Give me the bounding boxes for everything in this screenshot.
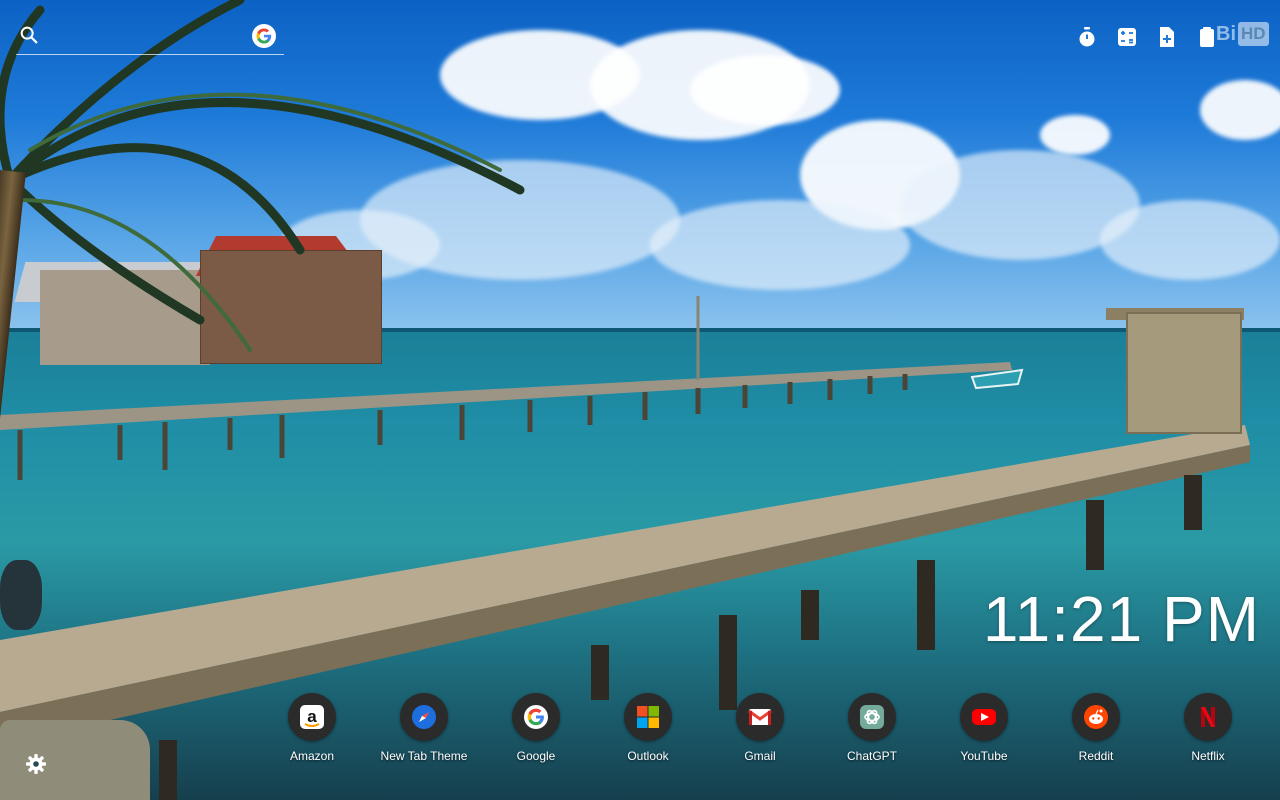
clock: 11:21 PM <box>982 583 1260 655</box>
netflix-icon <box>1184 693 1232 741</box>
shortcut-label: Reddit <box>1078 749 1114 763</box>
shed <box>1126 312 1242 434</box>
compass-icon <box>400 693 448 741</box>
google-icon <box>512 693 560 741</box>
shortcut-chatgpt[interactable]: ChatGPT <box>816 693 928 763</box>
shortcut-reddit[interactable]: Reddit <box>1040 693 1152 763</box>
docks <box>0 0 1250 800</box>
shortcut-youtube[interactable]: YouTube <box>928 693 1040 763</box>
brand-logo: Bi HD <box>1216 18 1269 50</box>
svg-text:a: a <box>307 707 317 726</box>
shortcut-gmail[interactable]: Gmail <box>704 693 816 763</box>
shortcut-bar: a Amazon New Tab Theme Google Outlook Gm… <box>256 693 1256 773</box>
search-input[interactable] <box>48 24 252 50</box>
google-icon[interactable] <box>252 24 276 48</box>
search-icon[interactable] <box>18 24 40 46</box>
shortcut-label: ChatGPT <box>846 749 897 763</box>
top-toolbar <box>1074 22 1220 52</box>
youtube-icon <box>960 693 1008 741</box>
shortcut-label: Amazon <box>289 749 335 763</box>
brand-text: Bi <box>1216 22 1236 45</box>
shortcut-new-tab-theme[interactable]: New Tab Theme <box>368 693 480 763</box>
chatgpt-icon <box>848 693 896 741</box>
shortcut-label: New Tab Theme <box>380 749 468 763</box>
timer-icon[interactable] <box>1074 24 1100 50</box>
amazon-icon: a <box>288 693 336 741</box>
shortcut-label: Netflix <box>1191 749 1225 763</box>
calculator-icon[interactable] <box>1114 24 1140 50</box>
rock <box>0 720 150 800</box>
rock <box>0 560 42 630</box>
brand-hd-badge: HD <box>1238 22 1269 46</box>
gear-icon[interactable] <box>24 752 48 776</box>
shortcut-amazon[interactable]: a Amazon <box>256 693 368 763</box>
shortcut-outlook[interactable]: Outlook <box>592 693 704 763</box>
shortcut-label: Google <box>516 749 556 763</box>
shortcut-label: Gmail <box>744 749 776 763</box>
shortcut-label: YouTube <box>960 749 1008 763</box>
reddit-icon <box>1072 693 1120 741</box>
shortcut-netflix[interactable]: Netflix <box>1152 693 1264 763</box>
search-bar <box>16 20 284 55</box>
gmail-icon <box>736 693 784 741</box>
shortcut-google[interactable]: Google <box>480 693 592 763</box>
shortcut-label: Outlook <box>627 749 669 763</box>
wallpaper <box>0 0 1280 800</box>
microsoft-icon <box>624 693 672 741</box>
add-note-icon[interactable] <box>1154 24 1180 50</box>
